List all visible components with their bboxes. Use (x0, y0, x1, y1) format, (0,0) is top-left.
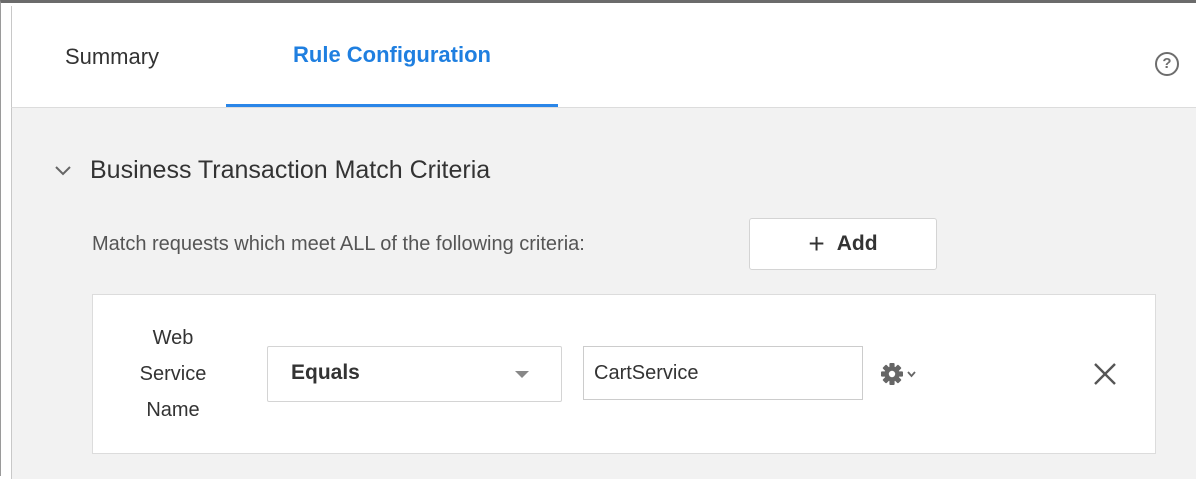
tab-bar: Summary Rule Configuration ? (11, 6, 1196, 108)
add-button-label: Add (836, 232, 878, 255)
app-frame: Summary Rule Configuration ? Business Tr… (0, 0, 1196, 479)
caret-down-icon (515, 371, 529, 378)
match-criteria-section-toggle[interactable]: Business Transaction Match Criteria (54, 156, 490, 185)
field-label-line: Web (152, 327, 194, 349)
gear-icon[interactable] (879, 359, 925, 389)
help-icon[interactable]: ? (1155, 52, 1179, 76)
chevron-down-icon (55, 165, 71, 175)
criteria-value-input[interactable] (583, 346, 863, 400)
operator-select[interactable]: Equals (267, 346, 562, 402)
tab-summary[interactable]: Summary (42, 6, 182, 107)
criteria-row: Web Service Name Equals (92, 294, 1156, 454)
close-icon[interactable] (1093, 362, 1117, 386)
operator-selected-value: Equals (291, 361, 360, 384)
plus-icon: + (808, 228, 825, 259)
tab-rule-configuration[interactable]: Rule Configuration (226, 6, 558, 107)
criteria-field-label: Web Service Name (123, 320, 223, 428)
add-criteria-button[interactable]: + Add (749, 218, 937, 270)
section-title: Business Transaction Match Criteria (90, 156, 491, 184)
field-label-line: Service (139, 363, 207, 385)
rule-configuration-panel: Business Transaction Match Criteria Matc… (11, 108, 1196, 479)
field-label-line: Name (146, 399, 200, 421)
criteria-description: Match requests which meet ALL of the fol… (92, 233, 585, 255)
